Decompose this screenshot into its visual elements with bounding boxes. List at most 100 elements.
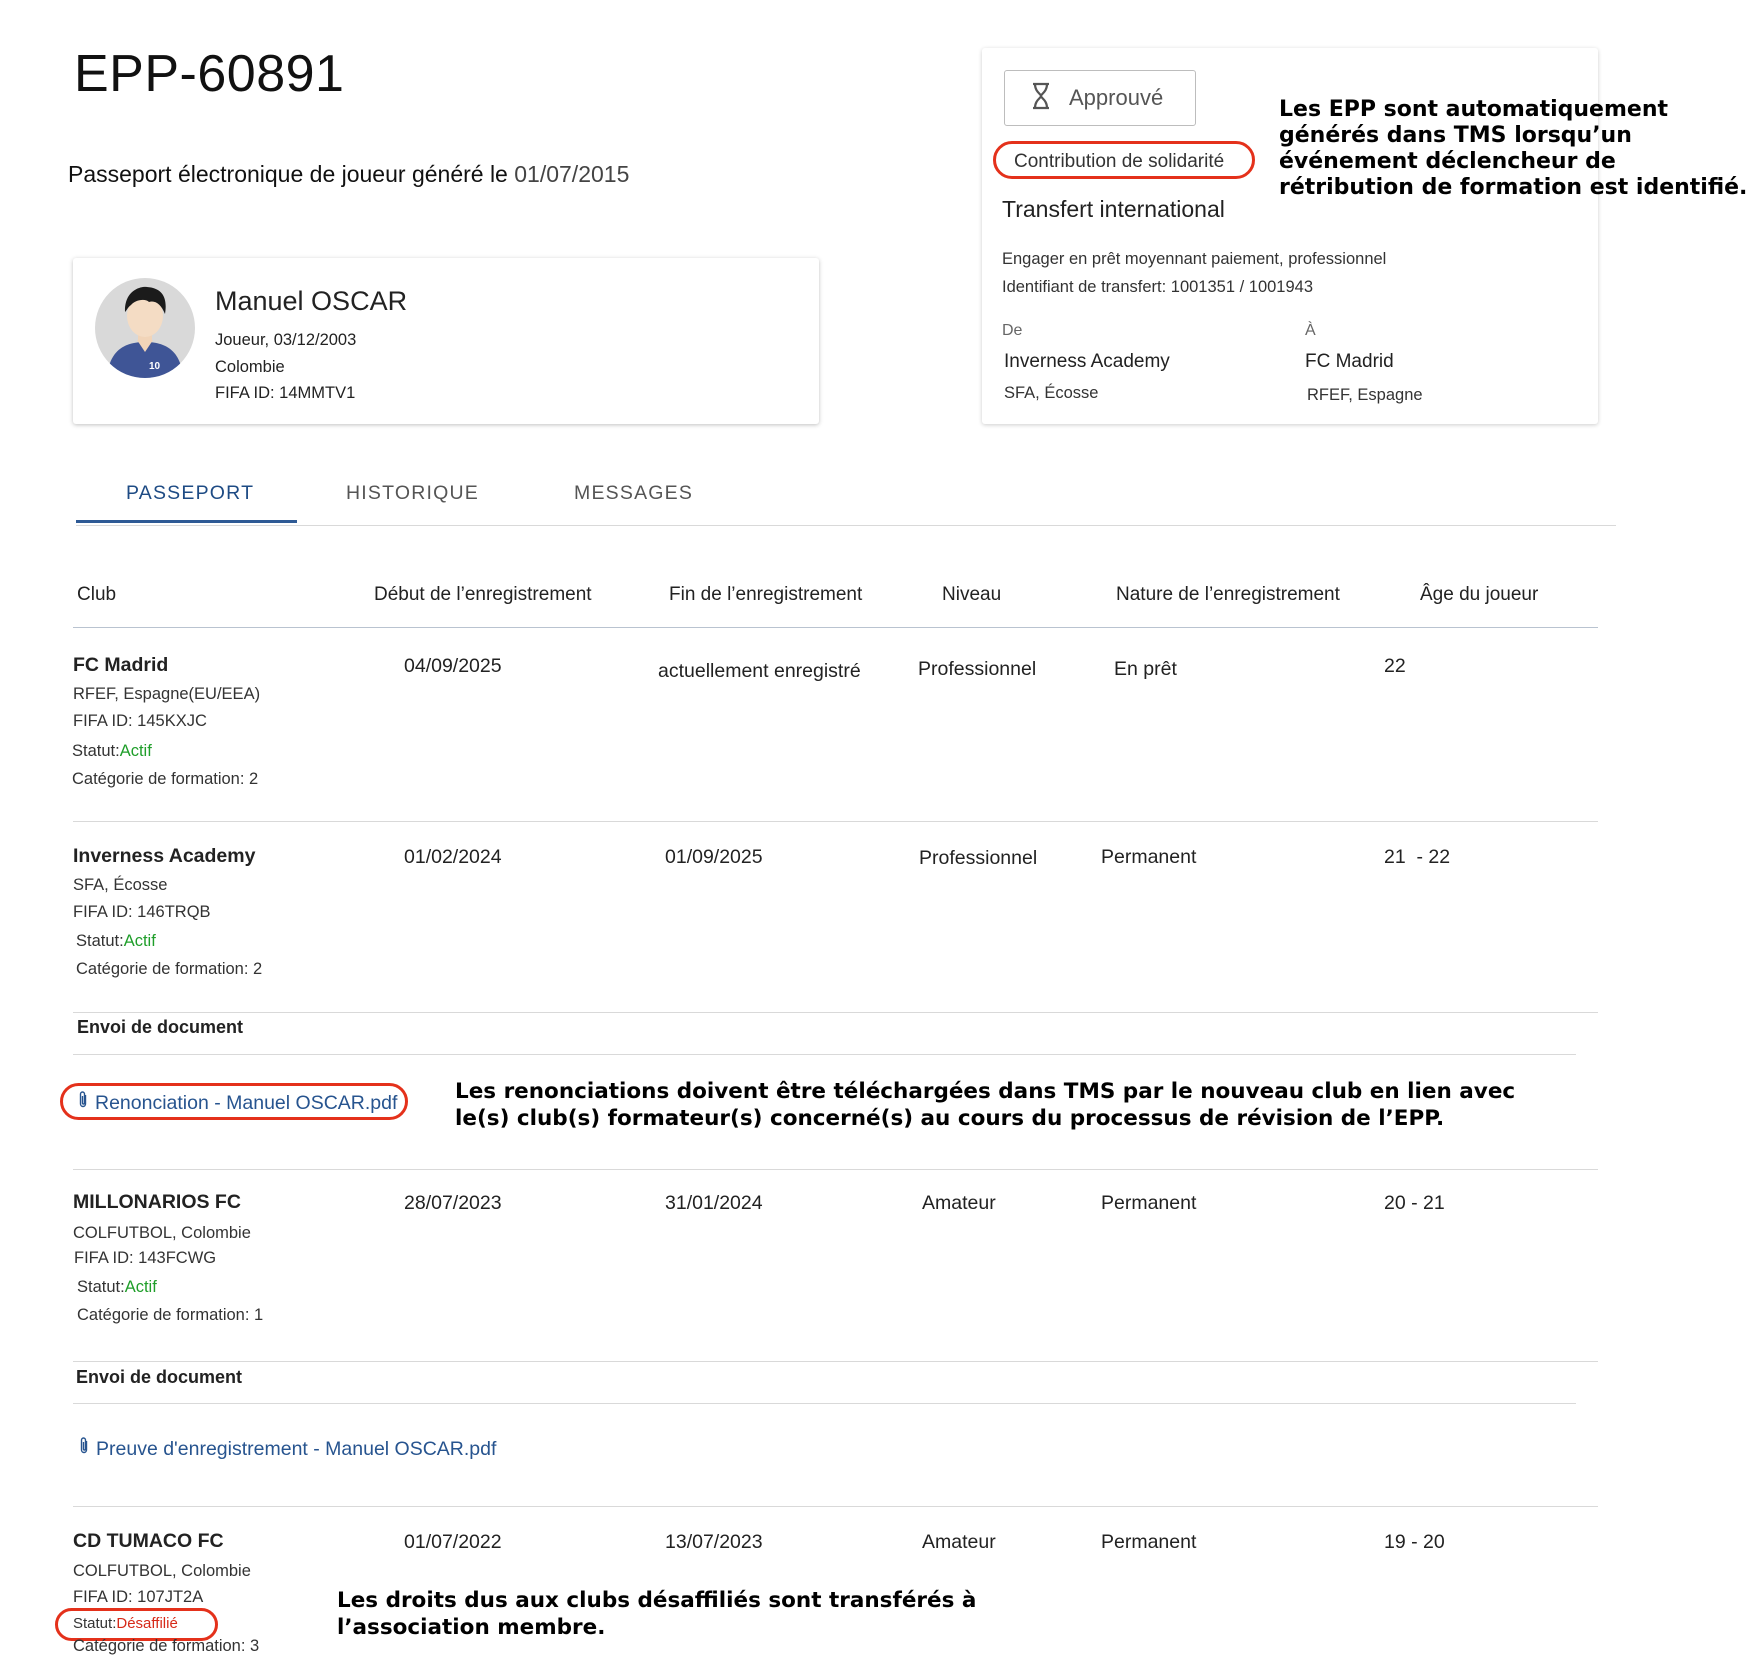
column-header-start: Début de l’enregistrement [374,584,592,605]
column-header-level: Niveau [942,584,1002,605]
status-value: Désaffilié [116,1615,178,1632]
column-header-nature: Nature de l’enregistrement [1116,584,1340,605]
club-name: Inverness Academy [73,845,256,867]
transfer-engagement: Engager en prêt moyennant paiement, prof… [1002,250,1387,268]
club-name: CD TUMACO FC [73,1530,224,1552]
annotation-top: Les EPP sont automatiquement générés dan… [1279,97,1748,200]
start-date: 01/07/2022 [404,1531,502,1553]
tabs-divider [76,525,1616,526]
club-category: Catégorie de formation: 2 [76,960,263,978]
club-association: RFEF, Espagne(EU/EEA) [73,685,261,703]
club-name: FC Madrid [73,654,169,676]
transfer-id-label: Identifiant de transfert: [1002,278,1167,296]
transfer-type: Transfert international [1002,196,1225,222]
generated-text: Passeport électronique de joueur généré … [68,161,508,187]
club-status: Statut:Actif [72,742,152,761]
level: Amateur [922,1192,996,1214]
club-status: Statut:Désaffilié [73,1615,178,1632]
nature: Permanent [1101,846,1197,868]
column-header-end: Fin de l’enregistrement [669,584,863,605]
tab-historique[interactable]: HISTORIQUE [346,482,479,505]
row-divider [73,1012,1598,1013]
club-name: MILLONARIOS FC [73,1191,241,1213]
club-fifa-id: FIFA ID: 143FCWG [74,1249,217,1267]
document-link-renonciation[interactable]: Renonciation - Manuel OSCAR.pdf [77,1090,397,1116]
club-category: Catégorie de formation: 2 [72,770,259,788]
document-section-title: Envoi de document [77,1017,244,1037]
document-link-preuve[interactable]: Preuve d'enregistrement - Manuel OSCAR.p… [78,1436,496,1462]
status-label: Approuvé [1069,85,1164,110]
club-category: Catégorie de formation: 1 [77,1306,264,1324]
document-filename: Preuve d'enregistrement - Manuel OSCAR.p… [96,1437,497,1460]
status-value: Actif [124,1278,157,1296]
end-date: 13/07/2023 [665,1531,763,1553]
club-status: Statut:Actif [77,1278,157,1297]
table-header-divider [73,627,1598,628]
level: Professionnel [919,847,1038,869]
level: Amateur [922,1531,996,1553]
club-association: SFA, Écosse [73,876,168,894]
document-section-title: Envoi de document [76,1367,243,1387]
nature: En prêt [1114,658,1177,680]
jersey-number: 10 [149,361,161,372]
to-label: À [1305,322,1316,339]
status-prefix: Statut: [76,932,124,950]
generated-date: 01/07/2015 [514,161,630,187]
document-divider [73,1403,1576,1404]
column-header-age: Âge du joueur [1420,584,1539,605]
transfer-id: Identifiant de transfert: 1001351 / 1001… [1002,278,1313,297]
club-status: Statut:Actif [76,932,156,951]
row-divider [73,1361,1598,1362]
status-prefix: Statut: [77,1278,125,1296]
start-date: 28/07/2023 [404,1192,502,1214]
club-association: COLFUTBOL, Colombie [73,1224,251,1242]
active-tab-indicator [76,520,297,523]
to-club: FC Madrid [1305,351,1394,372]
generated-line: Passeport électronique de joueur généré … [68,161,629,188]
page-title: EPP-60891 [74,45,345,103]
nature: Permanent [1101,1531,1197,1553]
annotation-bottom: Les droits dus aux clubs désaffiliés son… [337,1588,977,1640]
player-name: Manuel OSCAR [215,286,408,316]
club-category: Catégorie de formation: 3 [73,1637,260,1655]
level: Professionnel [918,658,1037,680]
status-value: Actif [119,742,152,760]
status-prefix: Statut: [72,742,120,760]
tab-messages[interactable]: MESSAGES [574,482,693,505]
solidarity-label: Contribution de solidarité [1014,151,1225,172]
from-label: De [1002,322,1023,339]
paperclip-icon [78,1436,90,1462]
transfer-id-value: 1001351 / 1001943 [1170,278,1314,296]
row-divider [73,1506,1598,1507]
paperclip-icon [77,1090,89,1116]
start-date: 01/02/2024 [404,846,502,868]
status-prefix: Statut: [73,1615,117,1632]
club-fifa-id: FIFA ID: 145KXJC [73,712,207,730]
player-age: 22 [1384,655,1406,677]
player-role-birth: Joueur, 03/12/2003 [215,331,357,349]
column-header-club: Club [77,584,117,605]
player-age: 19 - 20 [1384,1531,1445,1553]
document-filename: Renonciation - Manuel OSCAR.pdf [95,1091,398,1114]
player-age: 20 - 21 [1384,1192,1445,1214]
tab-passeport[interactable]: PASSEPORT [126,482,254,505]
club-fifa-id: FIFA ID: 146TRQB [73,903,211,921]
annotation-middle: Les renonciations doivent être télécharg… [455,1079,1516,1131]
player-country: Colombie [215,358,285,376]
start-date: 04/09/2025 [404,655,502,677]
end-date: actuellement enregistré [658,660,861,682]
document-divider [73,1054,1576,1055]
from-association: SFA, Écosse [1004,384,1099,402]
to-association: RFEF, Espagne [1307,386,1423,404]
row-divider [73,1169,1598,1170]
club-association: COLFUTBOL, Colombie [73,1562,251,1580]
player-avatar: 10 [95,278,195,378]
player-card: 10 Manuel OSCAR Joueur, 03/12/2003 Colom… [73,258,819,424]
status-button[interactable]: Approuvé [1004,70,1196,126]
from-club: Inverness Academy [1004,351,1170,372]
player-age: 21 - 22 [1384,846,1451,868]
end-date: 01/09/2025 [665,846,763,868]
hourglass-icon [1031,82,1051,115]
club-fifa-id: FIFA ID: 107JT2A [73,1588,204,1606]
status-value: Actif [123,932,156,950]
